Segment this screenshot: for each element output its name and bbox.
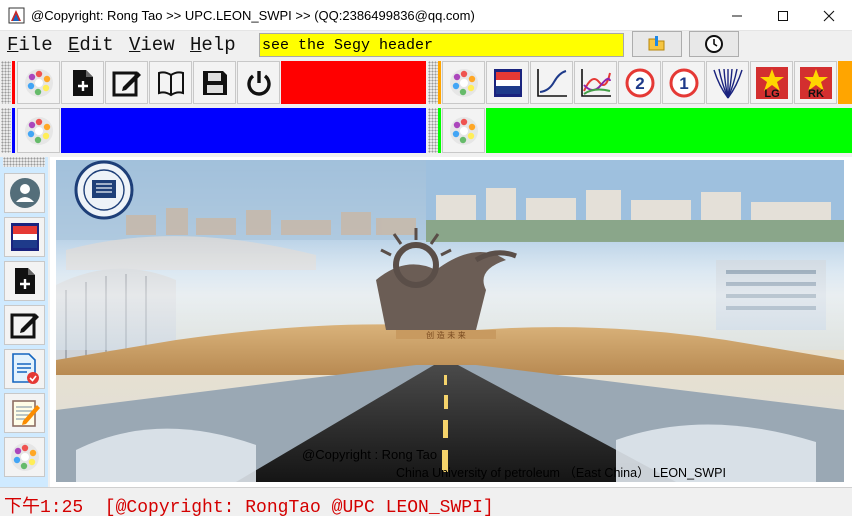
app-icon [8, 7, 25, 24]
palette-icon [449, 68, 478, 97]
palette-button[interactable] [4, 437, 45, 477]
curve-plot-button[interactable] [530, 61, 573, 104]
menu-help[interactable]: Help [190, 34, 236, 56]
main-canvas[interactable]: 创 造 未 来 @Copyright : Rong Tao China Univ… [50, 157, 852, 487]
new-file-icon [14, 268, 35, 294]
rk-icon: RK [799, 66, 832, 100]
image-caption-university: China University of petroleum （East Chin… [396, 466, 726, 480]
palette-icon [449, 116, 478, 145]
rk-button[interactable]: RK [794, 61, 837, 104]
document-button[interactable] [4, 349, 45, 389]
save-icon [202, 70, 227, 95]
toolbar-grip[interactable] [428, 61, 438, 104]
campus-collage-image: 创 造 未 来 [56, 160, 844, 482]
image-caption-copyright: @Copyright : Rong Tao [302, 447, 438, 462]
edit-button[interactable] [4, 305, 45, 345]
toolbar-accent [438, 108, 441, 153]
minimize-icon [732, 15, 742, 16]
window-title: @Copyright: Rong Tao >> UPC.LEON_SWPI >>… [31, 8, 475, 23]
palette-button[interactable] [442, 61, 485, 104]
plot-1-button[interactable]: 1 [662, 61, 705, 104]
toolbar-accent [12, 108, 15, 153]
palette-button[interactable] [17, 108, 60, 153]
flag-icon [10, 223, 39, 251]
toolbar-grip[interactable] [3, 157, 45, 167]
save-button[interactable] [193, 61, 236, 104]
close-button[interactable] [806, 0, 852, 31]
toolbar-accent [438, 61, 441, 104]
side-toolbar [0, 157, 48, 487]
number-1-icon: 1 [669, 68, 698, 97]
palette-icon [24, 116, 53, 145]
lg-button[interactable]: LG [750, 61, 793, 104]
flag-icon [493, 68, 522, 97]
status-text: 下午1:25 [@Copyright: RongTao @UPC LEON_SW… [4, 498, 494, 516]
rk-label: RK [808, 88, 824, 100]
palette-button[interactable] [442, 108, 485, 153]
document-icon [11, 353, 39, 384]
palette-button[interactable] [17, 61, 60, 104]
wiggle-plot-button[interactable] [4, 217, 45, 257]
edit-button[interactable] [105, 61, 148, 104]
university-emblem-icon [74, 160, 134, 220]
toolbar-grip[interactable] [1, 108, 11, 153]
menu-file[interactable]: File [7, 34, 53, 56]
power-icon [246, 70, 271, 96]
number-1-label: 1 [679, 74, 688, 93]
palette-icon [10, 443, 39, 471]
multi-curve-button[interactable] [574, 61, 617, 104]
clock-button[interactable] [689, 31, 739, 57]
ray-fan-button[interactable] [706, 61, 749, 104]
new-file-button[interactable] [4, 261, 45, 301]
wiggle-plot-button[interactable] [486, 61, 529, 104]
maximize-icon [778, 10, 788, 21]
red-toolbar-fill [281, 61, 426, 104]
close-icon [823, 10, 835, 21]
curve-icon [536, 68, 567, 97]
folder-icon [648, 36, 665, 51]
minimize-button[interactable] [714, 0, 760, 31]
notepad-button[interactable] [4, 393, 45, 433]
notepad-icon [11, 400, 40, 427]
menu-view[interactable]: View [129, 34, 175, 56]
number-2-label: 2 [635, 74, 644, 93]
green-toolbar-fill [486, 108, 852, 153]
status-bar: 下午1:25 [@Copyright: RongTao @UPC LEON_SW… [0, 487, 852, 516]
open-book-icon [157, 70, 184, 96]
title-bar: @Copyright: Rong Tao >> UPC.LEON_SWPI >>… [0, 0, 852, 31]
clock-icon [705, 35, 723, 53]
open-folder-button[interactable] [632, 31, 682, 57]
toolbar-grip[interactable] [1, 61, 11, 104]
plot-2-button[interactable]: 2 [618, 61, 661, 104]
multi-curve-icon [580, 68, 611, 97]
blue-toolbar-fill [61, 108, 426, 153]
edit-icon [112, 71, 141, 96]
orange-toolbar-fill [838, 61, 852, 104]
lg-icon: LG [755, 66, 788, 100]
monument-inscription: 创 造 未 来 [426, 330, 466, 340]
maximize-button[interactable] [760, 0, 806, 31]
new-file-button[interactable] [61, 61, 104, 104]
palette-icon [24, 68, 53, 97]
read-button[interactable] [149, 61, 192, 104]
user-button[interactable] [4, 173, 45, 213]
fan-icon [712, 68, 743, 98]
user-icon [9, 178, 40, 208]
lg-label: LG [764, 88, 779, 100]
segy-hint-field[interactable]: see the Segy header [259, 33, 624, 57]
toolbar-grip[interactable] [428, 108, 438, 153]
edit-icon [10, 313, 39, 339]
toolbar-accent [12, 61, 15, 104]
menu-edit[interactable]: Edit [68, 34, 114, 56]
power-button[interactable] [237, 61, 280, 104]
number-2-icon: 2 [625, 68, 654, 97]
new-file-icon [72, 69, 93, 96]
